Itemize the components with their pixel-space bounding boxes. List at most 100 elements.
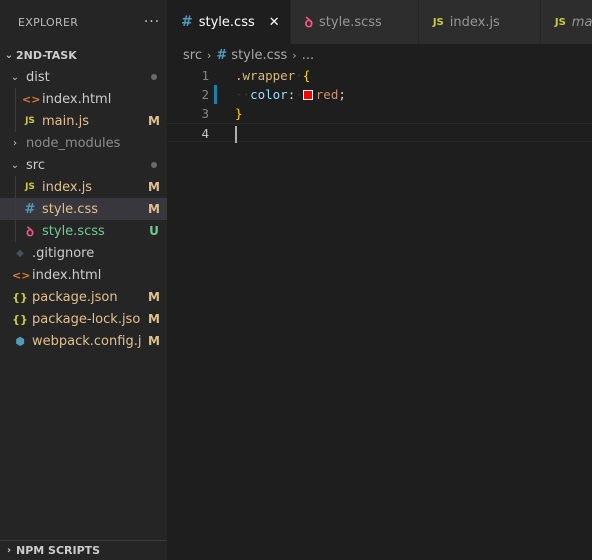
indent-whitespace: ··	[235, 87, 251, 102]
tree-item-label: package-lock.json	[32, 311, 141, 327]
css-file-icon: #	[24, 201, 36, 217]
js-file-icon: JS	[25, 182, 35, 192]
indent-guide	[15, 110, 16, 132]
git-file-icon: ◆	[16, 247, 24, 259]
css-value: red	[315, 87, 339, 102]
line-number: 2	[201, 87, 209, 102]
workspace-name: 2ND-TASK	[16, 48, 77, 62]
git-status-badge: M	[148, 312, 160, 326]
tree-item-label: main.js	[42, 113, 89, 129]
modified-line-indicator	[214, 85, 217, 104]
indent-guide	[15, 220, 16, 242]
explorer-sidebar: EXPLORER ··· ⌄ 2ND-TASK ⌄ dist <> index.…	[0, 0, 167, 560]
editor-tab-bar: # style.css ✕ ꝺ style.scss JS index.js J…	[167, 0, 592, 44]
tree-item-label: dist	[26, 69, 50, 85]
line-content: ··color:· red;	[235, 87, 346, 102]
tab-index-js[interactable]: JS index.js	[418, 0, 541, 44]
tree-item-label: .gitignore	[32, 245, 95, 261]
code-line: 1 .wrapper·{	[167, 66, 592, 85]
git-status-badge: U	[149, 224, 159, 238]
tree-folder-dist[interactable]: ⌄ dist	[0, 66, 167, 88]
tree-file-package-json[interactable]: {} package.json M	[0, 286, 167, 308]
line-number: 1	[201, 68, 209, 83]
tree-file-package-lock-json[interactable]: {} package-lock.json M	[0, 308, 167, 330]
breadcrumb: src › # style.css › ...	[167, 44, 592, 66]
text-cursor	[235, 126, 237, 143]
sass-file-icon: ꝺ	[304, 14, 314, 31]
json-file-icon: {}	[12, 312, 28, 326]
css-file-icon: #	[181, 14, 193, 30]
explorer-title: EXPLORER	[18, 15, 79, 29]
code-line: 3 }	[167, 104, 592, 123]
css-file-icon: #	[216, 47, 228, 63]
tab-style-css[interactable]: # style.css ✕	[167, 0, 291, 44]
close-icon[interactable]: ✕	[269, 15, 280, 30]
html-file-icon: <>	[12, 268, 31, 282]
tree-item-label: src	[26, 157, 45, 173]
js-file-icon: JS	[25, 116, 35, 126]
tab-main-js[interactable]: JS main.js	[540, 0, 592, 44]
folder-changes-dot	[141, 162, 167, 168]
tree-file-src-style-scss[interactable]: ꝺ style.scss U	[0, 220, 167, 242]
tab-label: style.scss	[319, 14, 382, 30]
tree-folder-node-modules[interactable]: › node_modules	[0, 132, 167, 154]
tree-file-gitignore[interactable]: ◆ .gitignore	[0, 242, 167, 264]
chevron-right-icon: ›	[13, 137, 17, 149]
sass-file-icon: ꝺ	[26, 225, 34, 240]
code-editor[interactable]: 1 .wrapper·{ 2 ··color:· red; 3 } 4	[167, 66, 592, 143]
close-brace: }	[235, 106, 243, 121]
tree-item-label: style.scss	[42, 223, 105, 239]
tab-style-scss[interactable]: ꝺ style.scss	[290, 0, 419, 44]
tree-file-src-style-css[interactable]: # style.css M	[0, 198, 167, 220]
git-status-badge: M	[148, 334, 160, 348]
breadcrumb-symbols[interactable]: ...	[302, 48, 314, 63]
indent-guide	[15, 88, 16, 110]
color-swatch-icon[interactable]	[302, 90, 313, 100]
chevron-down-icon: ⌄	[10, 159, 20, 171]
chevron-right-icon: ›	[6, 545, 12, 556]
npm-scripts-section-header[interactable]: › NPM SCRIPTS	[0, 540, 167, 560]
code-line: 2 ··color:· red;	[167, 85, 592, 104]
breadcrumb-folder[interactable]: src	[183, 48, 202, 63]
tab-label: index.js	[449, 14, 500, 30]
tree-file-index-html[interactable]: <> index.html	[0, 264, 167, 286]
folder-changes-dot	[141, 74, 167, 80]
line-content	[217, 124, 237, 143]
line-content: }	[217, 104, 243, 123]
npm-scripts-title: NPM SCRIPTS	[16, 544, 101, 557]
tree-item-label: webpack.config.js	[32, 333, 141, 349]
json-file-icon: {}	[12, 290, 28, 304]
indent-guide	[15, 176, 16, 198]
open-brace: {	[302, 68, 311, 83]
tab-label: main.js	[571, 14, 592, 30]
git-status-badge: M	[148, 180, 160, 194]
tab-label: style.css	[198, 14, 255, 30]
css-property: color	[250, 87, 288, 102]
html-file-icon: <>	[22, 92, 41, 106]
js-file-icon: JS	[432, 16, 444, 28]
tree-item-label: index.html	[42, 91, 112, 107]
tree-item-label: index.html	[32, 267, 102, 283]
chevron-down-icon: ⌄	[4, 49, 14, 61]
line-content: .wrapper·{	[235, 68, 311, 83]
tree-file-dist-main-js[interactable]: JS main.js M	[0, 110, 167, 132]
tree-file-dist-index-html[interactable]: <> index.html	[0, 88, 167, 110]
breadcrumb-file[interactable]: style.css	[231, 48, 287, 63]
git-status-badge: M	[148, 202, 160, 216]
semicolon: ;	[338, 87, 346, 102]
chevron-right-icon: ›	[292, 48, 297, 62]
line-number: 4	[201, 126, 209, 141]
tree-file-src-index-js[interactable]: JS index.js M	[0, 176, 167, 198]
workspace-section-header[interactable]: ⌄ 2ND-TASK	[0, 44, 167, 66]
tree-item-label: node_modules	[26, 135, 121, 151]
tree-folder-src[interactable]: ⌄ src	[0, 154, 167, 176]
explorer-header: EXPLORER ···	[0, 0, 167, 44]
tree-file-webpack-config[interactable]: ⬢ webpack.config.js M	[0, 330, 167, 352]
line-number: 3	[201, 106, 209, 121]
chevron-right-icon: ›	[206, 48, 212, 62]
css-selector: .wrapper	[235, 68, 296, 83]
js-file-icon: JS	[554, 16, 566, 28]
more-actions-icon[interactable]: ···	[137, 14, 167, 30]
chevron-down-icon: ⌄	[10, 71, 20, 83]
webpack-file-icon: ⬢	[15, 334, 25, 348]
